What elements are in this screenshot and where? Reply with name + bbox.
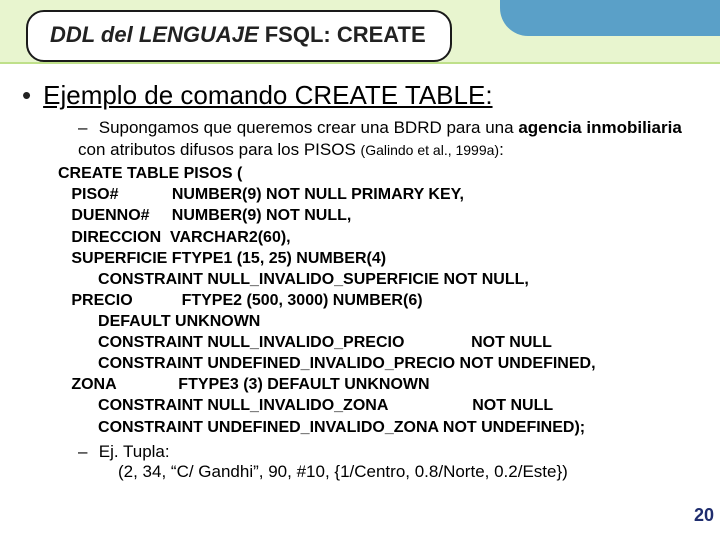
main-bullet: • Ejemplo de comando CREATE TABLE: [22,80,700,111]
bullet-dot-icon: • [22,80,31,110]
dash-icon: – [78,117,94,139]
intro-colon: : [499,140,504,159]
sql-code-block: CREATE TABLE PISOS ( PISO# NUMBER(9) NOT… [58,163,700,437]
example-label-row: – Ej. Tupla: [78,442,700,462]
dash-icon: – [78,442,94,462]
main-heading: Ejemplo de comando CREATE TABLE: [43,80,492,111]
slide-title-box: DDL del LENGUAJE FSQL: CREATE [26,10,452,62]
intro-mid: con atributos difusos para los PISOS [78,140,361,159]
example-label: Ej. Tupla: [99,442,170,461]
intro-pre: Supongamos que queremos crear una BDRD p… [99,118,519,137]
title-rest: FSQL: CREATE [259,22,426,47]
title-ddl: DDL del LENGUAJE [50,22,259,47]
corner-accent [500,0,720,36]
intro-line: – Supongamos que queremos crear una BDRD… [78,117,700,161]
slide-body: • Ejemplo de comando CREATE TABLE: – Sup… [22,80,700,482]
citation: (Galindo et al., 1999a) [361,142,500,158]
page-number: 20 [694,505,714,526]
example-tuple: (2, 34, “C/ Gandhi”, 90, #10, {1/Centro,… [118,462,700,482]
intro-bold: agencia inmobiliaria [518,118,681,137]
